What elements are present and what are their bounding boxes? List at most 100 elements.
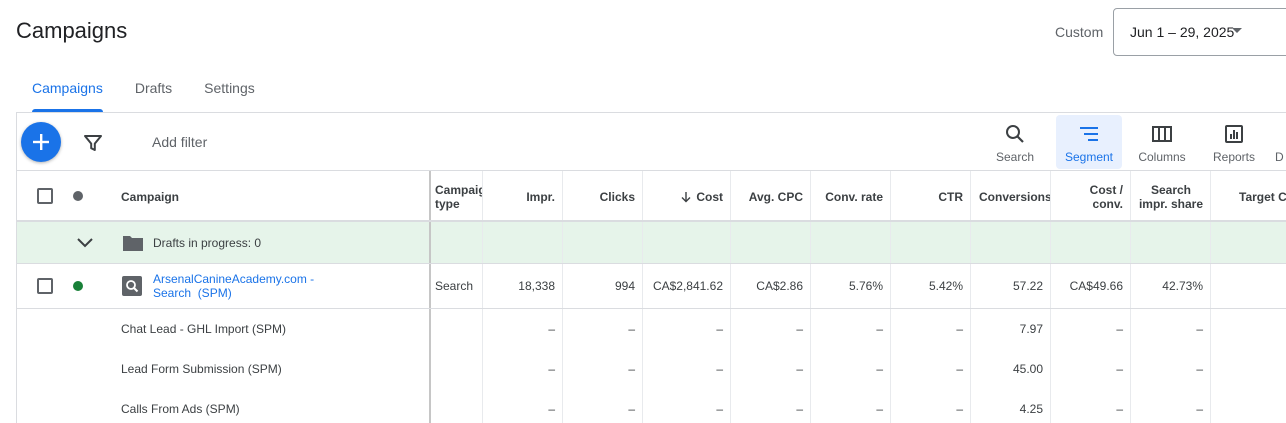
chevron-down-icon bbox=[1232, 28, 1242, 33]
ctr-cell: 5.42% bbox=[928, 279, 963, 293]
column-header-impr[interactable]: Impr. bbox=[483, 171, 563, 222]
column-header-cost-per-conv-line1: Cost / bbox=[1089, 182, 1123, 197]
table-toolbar: Add filter Search Segment Columns Report… bbox=[16, 113, 1286, 171]
columns-tool-label: Columns bbox=[1138, 150, 1186, 164]
status-column-icon bbox=[73, 191, 83, 201]
impr-cell: – bbox=[548, 322, 555, 336]
segment-tool-label: Segment bbox=[1064, 150, 1114, 164]
tab-drafts[interactable]: Drafts bbox=[119, 64, 188, 112]
column-divider bbox=[1210, 389, 1211, 423]
column-header-search-impr-share-line2: impr. share bbox=[1138, 196, 1203, 211]
columns-tool-button[interactable]: Columns bbox=[1131, 115, 1193, 169]
table-row-conversion-action: Calls From Ads (SPM) – – – – – – 4.25 – … bbox=[16, 389, 1286, 423]
impr-cell: – bbox=[548, 362, 555, 376]
cost-cell: CA$2,841.62 bbox=[652, 279, 723, 293]
impr-cell: 18,338 bbox=[518, 279, 555, 293]
segment-icon bbox=[1080, 127, 1098, 141]
frozen-column-divider bbox=[429, 349, 431, 389]
column-divider bbox=[1050, 222, 1051, 263]
download-tool-label: D bbox=[1275, 150, 1284, 164]
column-header-cost-label: Cost bbox=[696, 189, 723, 204]
frozen-column-divider bbox=[429, 264, 431, 308]
column-divider bbox=[1210, 264, 1211, 308]
reports-icon bbox=[1225, 125, 1243, 143]
ctr-cell: – bbox=[956, 362, 963, 376]
search-campaign-icon bbox=[122, 276, 142, 296]
column-divider bbox=[970, 222, 971, 263]
clicks-cell: – bbox=[628, 362, 635, 376]
column-header-campaign-type-line2: type bbox=[435, 196, 460, 211]
column-header-cost[interactable]: Cost bbox=[643, 171, 731, 222]
enabled-status-icon[interactable] bbox=[73, 281, 83, 291]
column-header-search-impr-share-line1: Search bbox=[1150, 182, 1191, 197]
column-header-ctr[interactable]: CTR bbox=[891, 171, 971, 222]
table-row-campaign: ArsenalCanineAcademy.com - Search (SPM) S… bbox=[16, 264, 1286, 309]
search-impr-share-cell: – bbox=[1196, 322, 1203, 336]
column-header-campaign-type[interactable]: Campaigntype bbox=[435, 171, 482, 222]
filter-icon[interactable] bbox=[81, 131, 105, 155]
conversion-action-name: Calls From Ads (SPM) bbox=[121, 402, 240, 416]
folder-icon bbox=[123, 236, 143, 251]
tab-campaigns[interactable]: Campaigns bbox=[16, 64, 119, 112]
campaign-name-line1: ArsenalCanineAcademy.com - bbox=[153, 272, 315, 286]
segment-tool-button[interactable]: Segment bbox=[1056, 115, 1122, 169]
cost-cell: – bbox=[716, 402, 723, 416]
column-divider bbox=[1130, 222, 1131, 263]
table-row-conversion-action: Chat Lead - GHL Import (SPM) – – – – – –… bbox=[16, 309, 1286, 349]
add-filter-input[interactable]: Add filter bbox=[152, 134, 207, 150]
column-header-conv-rate[interactable]: Conv. rate bbox=[811, 171, 891, 222]
column-divider bbox=[1210, 309, 1211, 349]
column-header-target-cpa[interactable]: Target CPA bbox=[1239, 171, 1286, 222]
column-header-search-impr-share[interactable]: Search impr. share bbox=[1131, 171, 1211, 222]
column-divider bbox=[810, 222, 811, 263]
search-tool-button[interactable]: Search bbox=[987, 115, 1043, 169]
column-header-conversions[interactable]: Conversions bbox=[979, 171, 1051, 222]
frozen-column-divider bbox=[429, 171, 431, 220]
campaign-type-cell: Search bbox=[435, 279, 474, 293]
conv-rate-cell: – bbox=[876, 402, 883, 416]
plus-icon bbox=[33, 134, 49, 150]
search-tool-label: Search bbox=[995, 150, 1035, 164]
reports-tool-label: Reports bbox=[1212, 150, 1256, 164]
column-header-clicks[interactable]: Clicks bbox=[563, 171, 643, 222]
clicks-cell: – bbox=[628, 402, 635, 416]
search-icon bbox=[1006, 125, 1024, 143]
campaign-name-link[interactable]: ArsenalCanineAcademy.com - Search (SPM) bbox=[153, 264, 314, 308]
download-tool-button[interactable]: D bbox=[1275, 115, 1286, 169]
impr-cell: – bbox=[548, 402, 555, 416]
clicks-cell: 994 bbox=[614, 279, 635, 293]
tab-settings[interactable]: Settings bbox=[188, 64, 271, 112]
search-impr-share-cell: – bbox=[1196, 362, 1203, 376]
cost-per-conv-cell: – bbox=[1116, 362, 1123, 376]
date-range-picker[interactable]: Jun 1 – 29, 2025 bbox=[1113, 8, 1286, 56]
column-header-cost-per-conv[interactable]: Cost / conv. bbox=[1051, 171, 1131, 222]
date-range-type-label: Custom bbox=[1055, 24, 1104, 40]
search-impr-share-cell: – bbox=[1196, 402, 1203, 416]
column-header-campaign-type-line1: Campaign bbox=[435, 182, 482, 197]
select-all-checkbox[interactable] bbox=[37, 188, 53, 204]
column-divider bbox=[1210, 171, 1211, 220]
column-divider bbox=[890, 222, 891, 263]
drafts-in-progress-row[interactable]: Drafts in progress: 0 bbox=[16, 222, 1286, 264]
column-divider bbox=[1210, 349, 1211, 389]
column-divider bbox=[1210, 222, 1211, 263]
clicks-cell: – bbox=[628, 322, 635, 336]
conversions-cell: 4.25 bbox=[1019, 402, 1043, 416]
cost-cell: – bbox=[716, 362, 723, 376]
campaigns-page: Campaigns Custom Jun 1 – 29, 2025 Campai… bbox=[0, 0, 1286, 423]
campaigns-table: Campaign Campaigntype Impr. Clicks Cost … bbox=[16, 171, 1286, 423]
reports-tool-button[interactable]: Reports bbox=[1205, 115, 1263, 169]
avg-cpc-cell: CA$2.86 bbox=[756, 279, 803, 293]
chevron-down-icon[interactable] bbox=[76, 237, 94, 249]
column-header-avg-cpc[interactable]: Avg. CPC bbox=[731, 171, 811, 222]
row-checkbox[interactable] bbox=[37, 278, 53, 294]
table-header-row: Campaign Campaigntype Impr. Clicks Cost … bbox=[16, 171, 1286, 222]
column-header-cost-per-conv-line2: conv. bbox=[1092, 196, 1123, 211]
new-campaign-button[interactable] bbox=[21, 122, 61, 162]
ctr-cell: – bbox=[956, 402, 963, 416]
search-impr-share-cell: 42.73% bbox=[1162, 279, 1203, 293]
frozen-column-divider bbox=[429, 309, 431, 349]
column-header-campaign[interactable]: Campaign bbox=[121, 171, 321, 222]
conv-rate-cell: – bbox=[876, 362, 883, 376]
campaign-name-line2: Search (SPM) bbox=[153, 286, 232, 300]
